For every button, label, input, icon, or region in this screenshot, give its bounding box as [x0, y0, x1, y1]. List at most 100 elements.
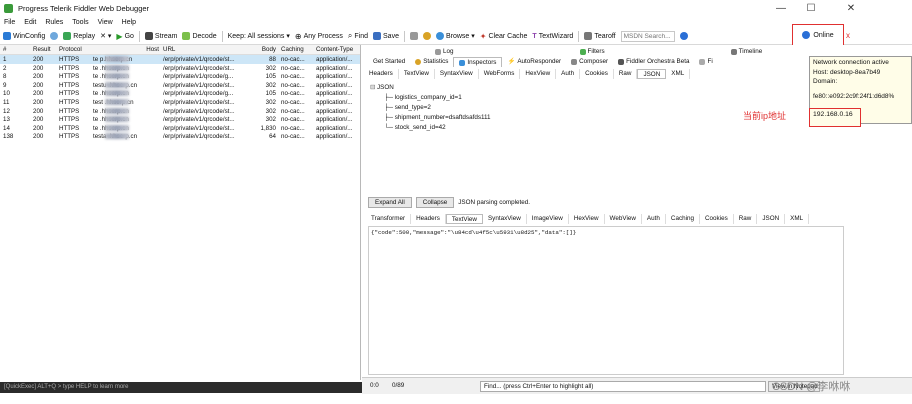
col-body[interactable]: Body — [249, 46, 276, 53]
tab-inspectors[interactable]: Inspectors — [453, 57, 503, 67]
col-num[interactable]: # — [3, 46, 29, 53]
subtab-auth[interactable]: Auth — [642, 214, 666, 224]
col-result[interactable]: Result — [33, 46, 51, 53]
subtab-xml[interactable]: XML — [666, 69, 691, 79]
json-item[interactable]: └─ stock_send_id=42 — [370, 123, 491, 133]
replay-button[interactable]: Replay — [63, 32, 95, 40]
tooltip-line: Host: desktop-8ea7b49 — [813, 68, 881, 76]
subtab-headers[interactable]: Headers — [411, 214, 446, 224]
col-url[interactable]: URL — [163, 46, 243, 53]
json-item[interactable]: ├─ logistics_company_id=1 — [370, 93, 491, 103]
timer-button[interactable] — [422, 32, 431, 40]
comment-button[interactable] — [50, 32, 59, 40]
subtab-textview[interactable]: TextView — [445, 214, 483, 224]
table-row[interactable]: 2200HTTPSte .hhserp.cn/erp/private/v1/qr… — [0, 64, 360, 73]
subtab-raw[interactable]: Raw — [734, 214, 758, 224]
msdn-search-input-wrap — [620, 30, 675, 42]
quickexec-input[interactable]: [QuickExec] ALT+Q > type HELP to learn m… — [0, 382, 365, 393]
table-row[interactable]: 10200HTTPSte .hhserp.cn/erp/private/v1/q… — [0, 89, 360, 98]
json-item[interactable]: ├─ shipment_number=dsaftdsafds111 — [370, 113, 491, 123]
subtab-webview[interactable]: WebView — [605, 214, 642, 224]
col-caching[interactable]: Caching — [281, 46, 311, 53]
subtab-webforms[interactable]: WebForms — [479, 69, 521, 79]
minimize-button[interactable]: — — [766, 0, 796, 17]
col-host[interactable]: Host — [93, 46, 159, 53]
table-row[interactable]: 14200HTTPSte .hhserp.cn/erp/private/v1/q… — [0, 124, 360, 133]
online-indicator[interactable]: Online — [792, 24, 844, 46]
col-protocol[interactable]: Protocol — [59, 46, 89, 53]
tearoff-button[interactable]: Tearoff — [584, 32, 616, 40]
table-row[interactable]: 9200HTTPStestu .hhserp.cn/erp/private/v1… — [0, 81, 360, 90]
tab-composer[interactable]: Composer — [566, 57, 613, 67]
subtab-transformer[interactable]: Transformer — [366, 214, 412, 224]
close-online-icon[interactable]: x — [846, 31, 850, 40]
subtab-caching[interactable]: Caching — [666, 214, 700, 224]
save-button[interactable]: Save — [373, 32, 399, 40]
col-content-type[interactable]: Content-Type — [316, 46, 360, 53]
tab-log[interactable]: Log — [430, 47, 459, 57]
subtab-syntaxview[interactable]: SyntaxView — [435, 69, 479, 79]
json-tree: ⊟ JSON ├─ logistics_company_id=1 ├─ send… — [370, 83, 491, 133]
winconfig-button[interactable]: WinConfig — [3, 32, 45, 40]
menu-file[interactable]: File — [4, 19, 15, 26]
tab-filters[interactable]: Filters — [575, 47, 610, 57]
any-process-button[interactable]: ⊕ Any Process — [295, 32, 343, 41]
tab-statistics[interactable]: Statistics — [410, 57, 453, 67]
subtab-hexview[interactable]: HexView — [520, 69, 557, 79]
screenshot-button[interactable] — [409, 32, 418, 40]
json-item[interactable]: ├─ send_type=2 — [370, 103, 491, 113]
keep-sessions-dropdown[interactable]: Keep: All sessions ▾ — [228, 32, 290, 40]
tab-get-started[interactable]: Get Started — [368, 57, 410, 67]
menu-help[interactable]: Help — [122, 19, 136, 26]
clear-cache-button[interactable]: ✦ Clear Cache — [480, 32, 528, 41]
collapse-button[interactable]: Collapse — [415, 196, 455, 208]
subtab-cookies[interactable]: Cookies — [580, 69, 614, 79]
collapse-minus-icon[interactable]: ⊟ — [370, 84, 375, 91]
expand-all-button[interactable]: Expand All — [368, 196, 412, 208]
table-row[interactable]: 138200HTTPStesta .hhserp.cn/erp/private/… — [0, 132, 360, 141]
subtab-headers[interactable]: Headers — [364, 69, 399, 79]
find-input[interactable]: Find... (press Ctrl+Enter to highlight a… — [480, 381, 766, 392]
textwizard-button[interactable]: T TextWizard — [532, 33, 573, 40]
table-row[interactable]: 12200HTTPSte .hhserp.cn/erp/private/v1/q… — [0, 107, 360, 116]
maximize-button[interactable]: ☐ — [796, 0, 826, 17]
find-button[interactable]: ⌕ Find — [348, 31, 368, 41]
menu-tools[interactable]: Tools — [72, 19, 88, 26]
subtab-auth[interactable]: Auth — [556, 69, 581, 79]
table-row[interactable]: 1200HTTPSte p.hhserp.cn/erp/private/v1/q… — [0, 55, 360, 64]
subtab-cookies[interactable]: Cookies — [700, 214, 734, 224]
stream-button[interactable]: Stream — [144, 32, 177, 40]
menu-rules[interactable]: Rules — [45, 19, 63, 26]
cell-url: /erp/private/v1/qrcode/st... — [163, 133, 235, 141]
subtab-json[interactable]: JSON — [757, 214, 786, 224]
subtab-imageview[interactable]: ImageView — [527, 214, 569, 224]
close-window-button[interactable]: ✕ — [836, 0, 866, 17]
go-button[interactable]: ▶ Go — [116, 32, 134, 41]
json-actions: Expand All Collapse JSON parsing complet… — [368, 196, 530, 208]
tab-orchestra[interactable]: Fiddler Orchestra Beta — [613, 57, 694, 67]
redacted-host-blur — [105, 64, 129, 71]
help-button[interactable] — [679, 32, 688, 40]
tab-fiddlerscript[interactable]: Fi — [694, 57, 717, 67]
menu-edit[interactable]: Edit — [24, 19, 36, 26]
menu-view[interactable]: View — [98, 19, 113, 26]
subtab-hexview[interactable]: HexView — [569, 214, 605, 224]
cell-protocol: HTTPS — [59, 133, 80, 141]
subtab-syntaxview[interactable]: SyntaxView — [483, 214, 527, 224]
remove-button[interactable]: ✕ ▾ — [100, 32, 111, 40]
cell-body: 105 — [265, 90, 276, 98]
subtab-json[interactable]: JSON — [637, 69, 667, 79]
subtab-raw[interactable]: Raw — [614, 69, 638, 79]
response-body[interactable]: {"code":500,"message":"\u84cd\u4f5c\u593… — [368, 226, 844, 375]
tab-autoresponder[interactable]: ⚡ AutoResponder — [502, 57, 566, 67]
decode-button[interactable]: Decode — [182, 32, 217, 40]
table-row[interactable]: 8200HTTPSte .hhserp.cn/erp/private/v1/qr… — [0, 72, 360, 81]
table-row[interactable]: 13200HTTPSte .hhserp.cn/erp/private/v1/q… — [0, 115, 360, 124]
json-root[interactable]: ⊟ JSON — [370, 83, 491, 93]
table-row[interactable]: 11200HTTPStest .hhserp.cn/erp/private/v1… — [0, 98, 360, 107]
subtab-xml[interactable]: XML — [785, 214, 810, 224]
subtab-textview[interactable]: TextView — [399, 69, 435, 79]
tab-timeline[interactable]: Timeline — [726, 47, 768, 57]
browse-button[interactable]: Browse ▾ — [435, 32, 475, 40]
msdn-search-input[interactable] — [620, 30, 675, 42]
